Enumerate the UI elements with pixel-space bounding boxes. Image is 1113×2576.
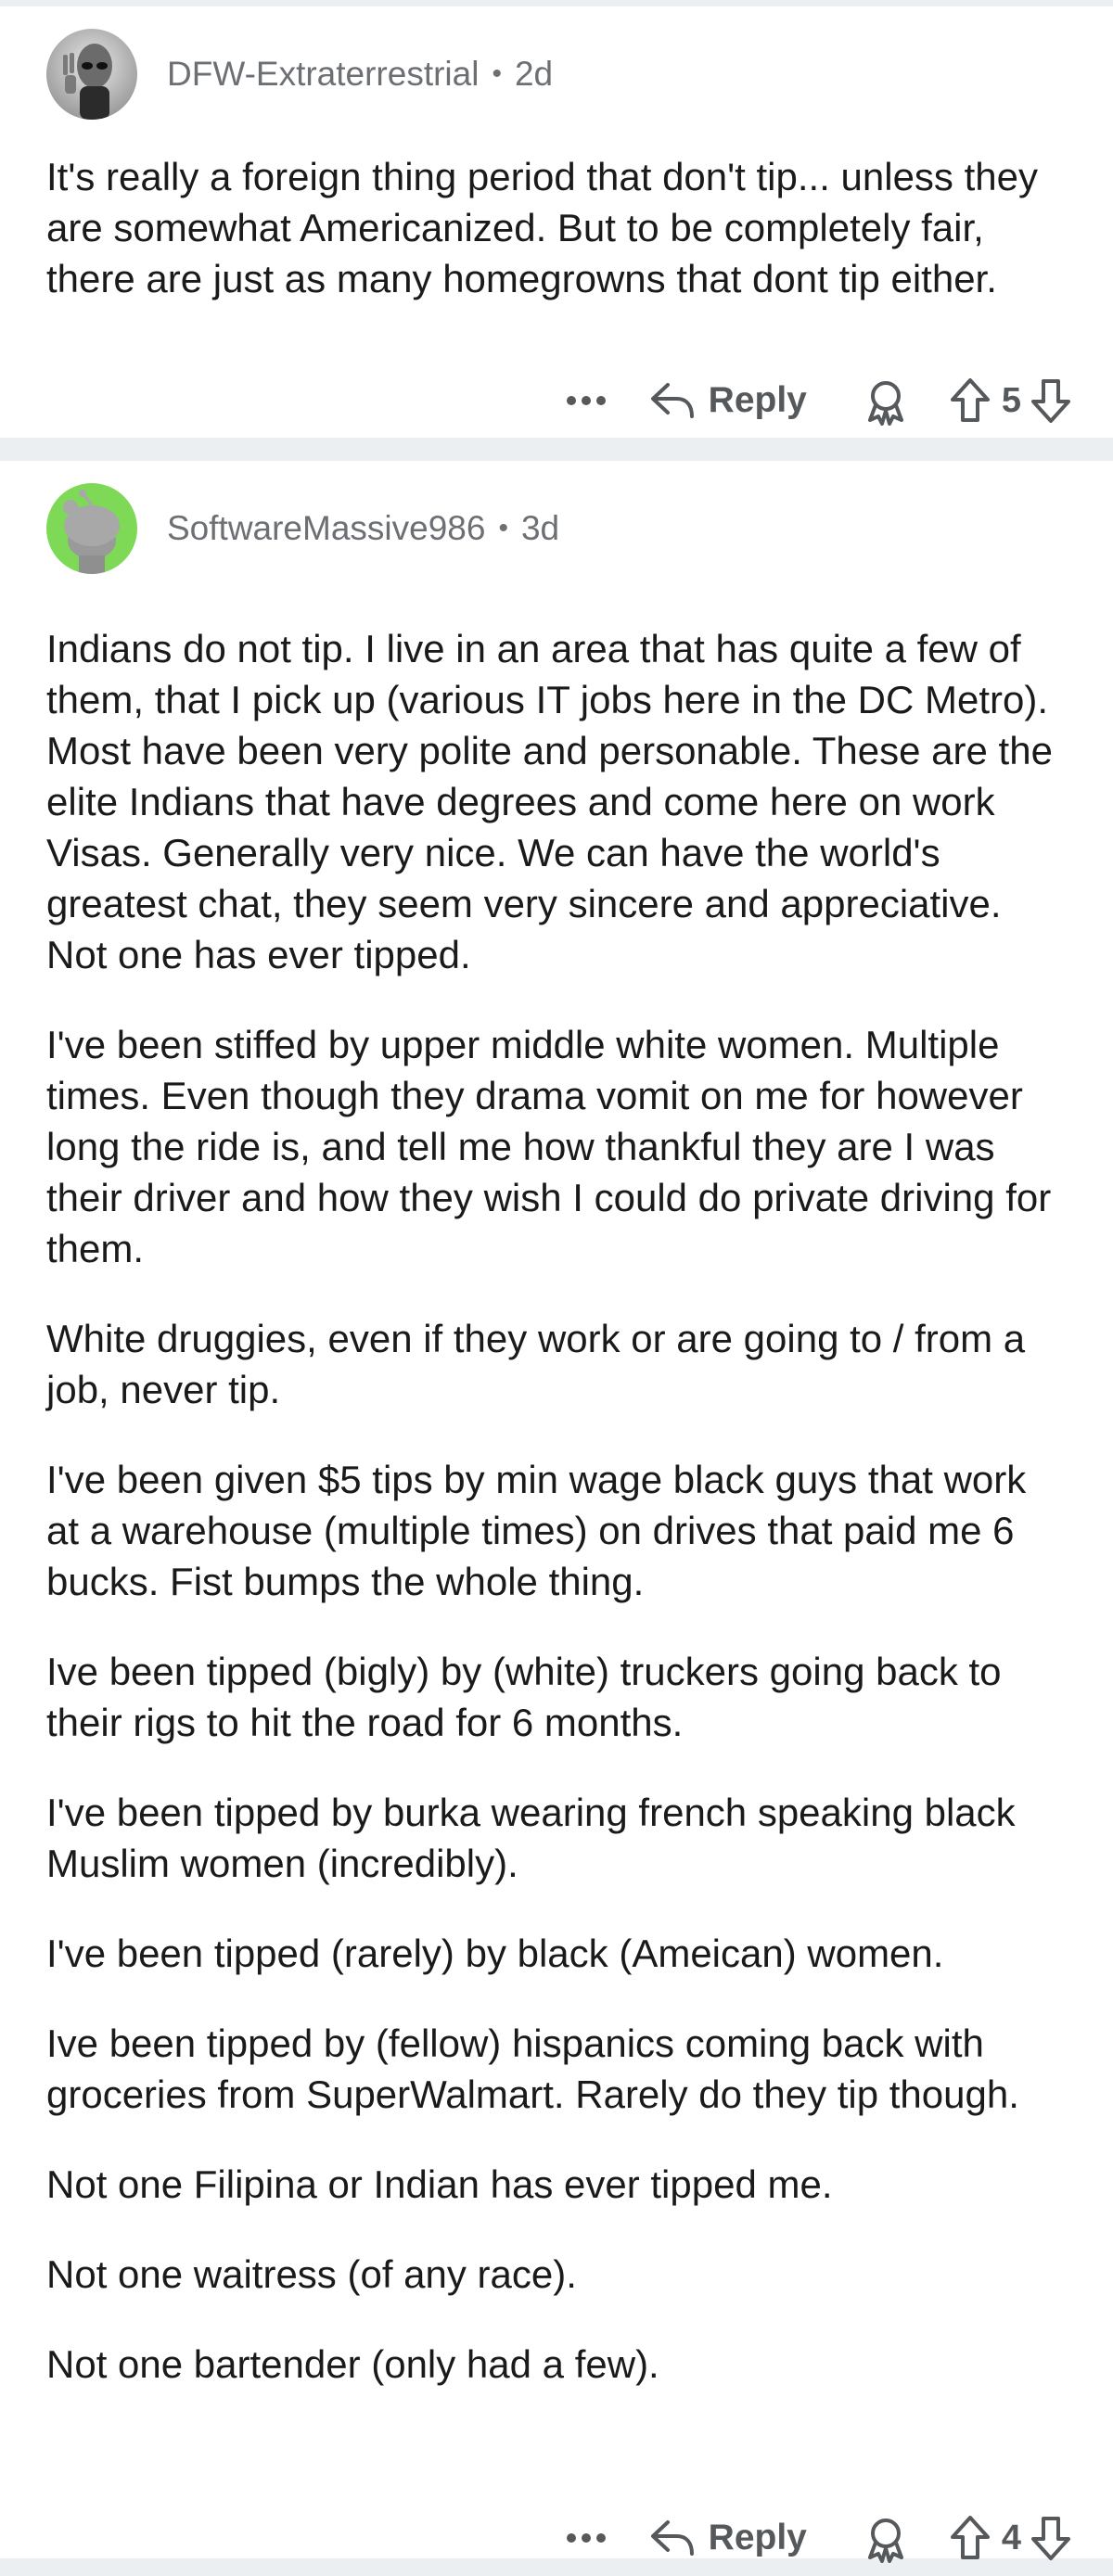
upvote-icon[interactable] (950, 2515, 991, 2561)
comment-header: SoftwareMassive986 • 3d (46, 461, 1067, 575)
reply-arrow-icon (649, 2519, 709, 2557)
comment-paragraph: It's really a foreign thing period that … (46, 155, 1038, 300)
comment-paragraph: Ive been tipped by (fellow) hispanics co… (46, 2021, 1019, 2116)
upvote-icon[interactable] (950, 377, 991, 424)
meta-separator: • (492, 58, 502, 89)
more-options-icon[interactable] (566, 373, 607, 428)
top-divider (0, 0, 1113, 6)
comment-body: It's really a foreign thing period that … (46, 151, 1067, 304)
comment-paragraph: Ive been tipped (bigly) by (white) truck… (46, 1650, 1002, 1744)
snoo-avatar-icon[interactable] (46, 483, 137, 574)
comment-paragraph: Not one Filipina or Indian has ever tipp… (46, 2162, 833, 2206)
vote-count: 5 (1001, 380, 1021, 420)
comment-card: SoftwareMassive986 • 3d Indians do not t… (0, 461, 1113, 2563)
comment-paragraph: I've been stiffed by upper middle white … (46, 1023, 1052, 1270)
comment-paragraph: Indians do not tip. I live in an area th… (46, 627, 1053, 976)
comment-header: DFW-Extraterrestrial • 2d (46, 6, 1067, 121)
vote-count: 4 (1001, 2518, 1021, 2557)
reply-button[interactable]: Reply (649, 2518, 807, 2558)
comment-paragraph: I've been tipped (rarely) by black (Amei… (46, 1932, 944, 1975)
award-icon[interactable] (861, 376, 911, 426)
award-icon[interactable] (861, 2513, 911, 2563)
reply-label: Reply (708, 2518, 807, 2557)
comment-meta: DFW-Extraterrestrial • 2d (167, 55, 553, 94)
downvote-icon[interactable] (1030, 377, 1071, 424)
comment-actions: Reply 4 (566, 2510, 1071, 2566)
username[interactable]: SoftwareMassive986 (167, 509, 485, 548)
username[interactable]: DFW-Extraterrestrial (167, 55, 479, 94)
comment-paragraph: Not one bartender (only had a few). (46, 2342, 659, 2386)
comment-age: 2d (514, 55, 554, 93)
comment-card: DFW-Extraterrestrial • 2d It's really a … (0, 6, 1113, 438)
more-options-icon[interactable] (566, 2510, 607, 2566)
comment-actions: Reply 5 (566, 373, 1071, 428)
downvote-icon[interactable] (1030, 2515, 1071, 2561)
comment-paragraph: Not one waitress (of any race). (46, 2252, 577, 2296)
reply-button[interactable]: Reply (649, 380, 807, 421)
meta-separator: • (498, 513, 508, 543)
alien-avatar-icon[interactable] (46, 29, 137, 120)
comment-age: 3d (520, 509, 560, 547)
comment-paragraph: I've been tipped by burka wearing french… (46, 1791, 1016, 1885)
comment-meta: SoftwareMassive986 • 3d (167, 509, 559, 548)
comment-paragraph: I've been given $5 tips by min wage blac… (46, 1458, 1027, 1603)
comment-body: Indians do not tip. I live in an area th… (46, 623, 1067, 2390)
comment-paragraph: White druggies, even if they work or are… (46, 1317, 1026, 1411)
reply-arrow-icon (649, 381, 709, 420)
reply-label: Reply (708, 380, 807, 420)
